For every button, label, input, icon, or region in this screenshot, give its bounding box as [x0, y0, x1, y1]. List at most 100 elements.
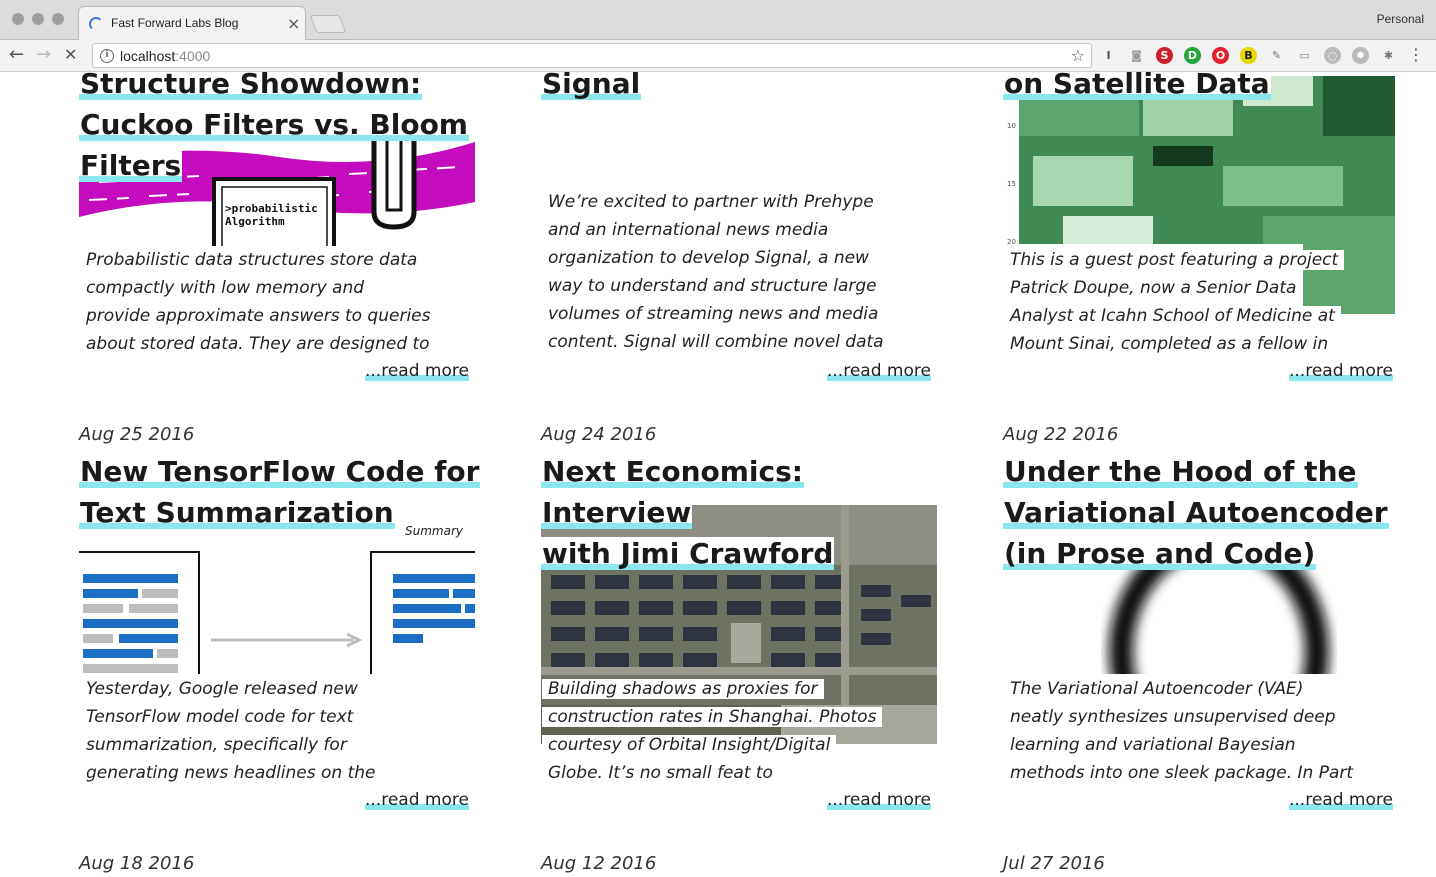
post-excerpt-line: volumes of streaming news and media [542, 304, 885, 324]
browser-toolbar: ← → ✕ i localhost:4000 ☆ I ◙ S D O B ✎ ▭ ◌ ✹ ✱ ⋮ [0, 40, 1436, 72]
minimize-window-button[interactable] [32, 13, 44, 25]
post-title-line[interactable]: Next Economics: Interview [541, 455, 804, 529]
post-title-line[interactable]: (in Prose and Code) [1003, 537, 1317, 570]
tab-bar: Fast Forward Labs Blog × Personal [0, 0, 1436, 40]
post-title-line[interactable]: Signal [541, 72, 642, 100]
new-tab-button[interactable] [309, 15, 347, 33]
post-excerpt-line: Patrick Doupe, now a Senior Data [1004, 278, 1303, 298]
post-title[interactable]: Under the Hood of the Variational Autoenc… [1003, 451, 1423, 574]
post-excerpt-line: learning and variational Bayesian [1004, 735, 1302, 755]
read-more-link[interactable]: ...read more [1289, 361, 1393, 381]
read-more-link[interactable]: ...read more [365, 790, 469, 810]
post-excerpt-line: The Variational Autoencoder (VAE) [1004, 679, 1310, 699]
extension-icon[interactable]: ▭ [1296, 47, 1313, 64]
back-arrow-icon[interactable]: ← [9, 44, 24, 66]
extension-icon[interactable]: O [1212, 47, 1229, 64]
image-caption: >probabilistic Algorithm [225, 202, 318, 228]
post-excerpt-line: compactly with low memory and [80, 278, 371, 298]
post-date: Aug 24 2016 [541, 424, 657, 445]
url-port: :4000 [175, 48, 211, 64]
post-excerpt-line: methods into one sleek package. In Part [1004, 763, 1360, 783]
post-title-line[interactable]: on Satellite Data [1003, 72, 1271, 100]
post-title-line[interactable]: New TensorFlow Code for [79, 455, 481, 488]
extension-icon[interactable]: ◌ [1324, 47, 1341, 64]
post-title[interactable]: New TensorFlow Code for Text Summarizatio… [79, 451, 499, 533]
post-excerpt: The Variational Autoencoder (VAE) neatly … [1004, 675, 1384, 787]
post-excerpt-line: This is a guest post featuring a project [1004, 250, 1345, 270]
post-excerpt: Building shadows as proxies for construct… [542, 675, 922, 787]
post-excerpt-line: Yesterday, Google released new [80, 679, 364, 699]
post-excerpt-line: We’re excited to partner with Prehype [542, 192, 880, 212]
post-excerpt-line: Mount Sinai, completed as a fellow in [1004, 334, 1335, 354]
read-more-link[interactable]: ...read more [827, 790, 931, 810]
extension-icon[interactable]: D [1184, 47, 1201, 64]
post-excerpt: Probabilistic data structures store data… [80, 246, 460, 358]
post-excerpt-line: about stored data. They are designed to [80, 334, 436, 354]
url-text[interactable]: localhost:4000 [120, 48, 210, 64]
post-excerpt-line: Building shadows as proxies for [542, 679, 824, 699]
post-excerpt-line: Analyst at Icahn School of Medicine at [1004, 306, 1341, 326]
tab-close-icon[interactable]: × [287, 14, 300, 33]
post-excerpt-line: neatly synthesizes unsupervised deep [1004, 707, 1342, 727]
post-title-line[interactable]: Variational Autoencoder [1003, 496, 1389, 529]
post-excerpt: We’re excited to partner with Prehype and… [542, 188, 922, 356]
read-more-link[interactable]: ...read more [1289, 790, 1393, 810]
post-excerpt-line: provide approximate answers to queries [80, 306, 437, 326]
post-title[interactable]: on Satellite Data [1003, 72, 1423, 104]
post-excerpt-line: construction rates in Shanghai. Photos [542, 707, 883, 727]
extension-icon[interactable]: S [1156, 47, 1173, 64]
post-title-line[interactable]: Under the Hood of the [1003, 455, 1358, 488]
url-host: localhost [120, 48, 176, 64]
post-title-line[interactable]: Cuckoo Filters vs. Bloom [79, 108, 469, 141]
post-image-summarization-diagram: Summary [79, 522, 475, 674]
extension-icon[interactable]: ◙ [1128, 47, 1145, 64]
post-title-line[interactable]: Filters [79, 149, 183, 182]
stop-loading-icon[interactable]: ✕ [64, 44, 77, 66]
post-excerpt-line: and an international news media [542, 220, 835, 240]
extension-icon[interactable]: ✱ [1380, 47, 1397, 64]
read-more-link[interactable]: ...read more [827, 361, 931, 381]
post-excerpt-line: Globe. It’s no small feat to [542, 763, 779, 783]
read-more-link[interactable]: ...read more [365, 361, 469, 381]
post-excerpt-line: TensorFlow model code for text [80, 707, 360, 727]
post-title-line[interactable]: with Jimi Crawford [541, 537, 835, 570]
tab-title: Fast Forward Labs Blog [111, 16, 239, 30]
svg-text:15: 15 [1007, 180, 1016, 188]
post-excerpt-line: content. Signal will combine novel data [542, 332, 890, 352]
post-excerpt: This is a guest post featuring a project… [1004, 246, 1384, 358]
post-excerpt: Yesterday, Google released new TensorFlow… [80, 675, 460, 787]
svg-text:20: 20 [1007, 238, 1016, 246]
post-excerpt-line: Probabilistic data structures store data [80, 250, 424, 270]
post-date: Aug 18 2016 [79, 853, 195, 874]
bookmark-star-icon[interactable]: ☆ [1071, 46, 1085, 65]
post-title[interactable]: Signal [541, 72, 961, 104]
extension-icon[interactable]: ✎ [1268, 47, 1285, 64]
svg-text:10: 10 [1007, 122, 1016, 130]
post-excerpt-line: courtesy of Orbital Insight/Digital [542, 735, 837, 755]
info-icon[interactable]: i [100, 49, 114, 63]
extension-icon[interactable]: B [1240, 47, 1257, 64]
post-title-line[interactable]: Structure Showdown: [79, 72, 423, 100]
browser-menu-icon[interactable]: ⋮ [1408, 45, 1424, 64]
post-title[interactable]: Next Economics: Interview with Jimi Crawf… [541, 451, 961, 574]
profile-name[interactable]: Personal [1377, 12, 1424, 26]
extension-icon[interactable]: I [1100, 47, 1117, 64]
post-excerpt-line: generating news headlines on the [80, 763, 382, 783]
post-excerpt-line: summarization, specifically for [80, 735, 353, 755]
address-bar[interactable]: i localhost:4000 ☆ [92, 43, 1092, 68]
post-date: Jul 27 2016 [1003, 853, 1105, 874]
tab-fast-forward-labs-blog[interactable]: Fast Forward Labs Blog × [78, 6, 306, 40]
post-date: Aug 12 2016 [541, 853, 657, 874]
post-title[interactable]: Structure Showdown: Cuckoo Filters vs. Bl… [79, 72, 499, 186]
forward-arrow-icon[interactable]: → [36, 44, 51, 66]
post-excerpt-line: way to understand and structure large [542, 276, 883, 296]
post-title-line[interactable]: Text Summarization [79, 496, 395, 529]
post-date: Aug 25 2016 [79, 424, 195, 445]
maximize-window-button[interactable] [52, 13, 64, 25]
blog-post-grid: >probabilistic Algorithm Structure Showd… [0, 72, 1436, 877]
close-window-button[interactable] [12, 13, 24, 25]
post-excerpt-line: organization to develop Signal, a new [542, 248, 875, 268]
loading-spinner-icon [89, 17, 103, 31]
extension-icon[interactable]: ✹ [1352, 47, 1369, 64]
post-date: Aug 22 2016 [1003, 424, 1119, 445]
